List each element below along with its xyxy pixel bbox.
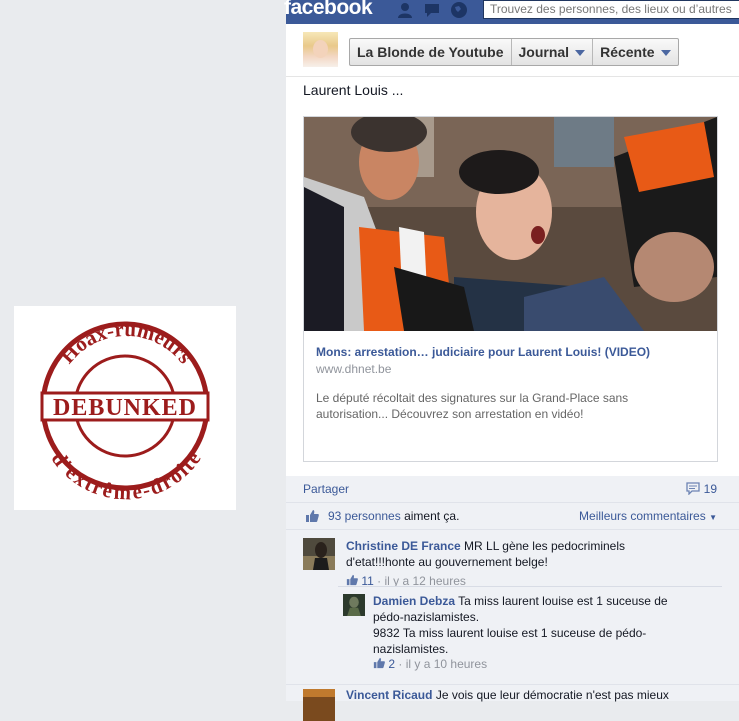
reply-item: Damien Debza Ta miss laurent louise est … <box>338 586 722 677</box>
chevron-down-icon <box>660 50 671 57</box>
friend-requests-icon[interactable] <box>396 1 414 19</box>
comment-item: Vincent Ricaud Je vois que leur démocrat… <box>286 684 739 721</box>
comment-item: Christine DE France MR LL gène les pedoc… <box>286 530 739 700</box>
debunked-stamp-image: Hoax-rumeurs d'extrême-droite DEBUNKED <box>14 306 236 510</box>
comment-author[interactable]: Christine DE France <box>346 539 461 553</box>
like-thumb-icon <box>373 657 385 669</box>
stamp-top-arc: Hoax-rumeurs <box>55 317 198 368</box>
page-avatar[interactable] <box>303 32 338 67</box>
stamp-center-text: DEBUNKED <box>53 395 197 421</box>
reply-time[interactable]: il y a 10 heures <box>406 657 487 671</box>
link-description: Le député récoltait des signatures sur l… <box>316 391 629 421</box>
chevron-down-icon <box>575 50 586 57</box>
share-link[interactable]: Partager <box>303 482 349 496</box>
link-domain: www.dhnet.be <box>316 362 392 376</box>
comment-body: Christine DE France MR LL gène les pedoc… <box>346 538 636 570</box>
like-thumb-icon <box>346 574 358 586</box>
notifications-globe-icon[interactable] <box>450 1 468 19</box>
link-preview-card[interactable]: Mons: arrestation… judiciaire pour Laure… <box>303 116 718 462</box>
comment-sort-label: Meilleurs commentaires <box>579 509 706 523</box>
reply-meta: 2 · il y a 10 heures <box>373 657 487 671</box>
reply-like-count[interactable]: 2 <box>388 657 395 671</box>
link-title[interactable]: Mons: arrestation… judiciaire pour Laure… <box>316 345 650 359</box>
chevron-down-icon: ▼ <box>709 513 717 522</box>
facebook-logo[interactable]: facebook <box>284 0 373 20</box>
likes-row: 93 personnes aiment ça. Meilleurs commen… <box>286 503 739 530</box>
reply-avatar[interactable] <box>343 594 365 616</box>
comment-count-value: 19 <box>703 482 717 496</box>
likes-count-link[interactable]: 93 personnes <box>328 509 401 523</box>
likes-suffix: aiment ça. <box>400 509 460 523</box>
like-thumb-icon <box>306 510 319 522</box>
recent-dropdown[interactable]: Récente <box>593 39 677 65</box>
share-row: Partager 19 <box>286 476 739 503</box>
journal-dropdown[interactable]: Journal <box>512 39 594 65</box>
commenter-avatar[interactable] <box>303 689 335 721</box>
reply-author[interactable]: Damien Debza <box>373 594 455 608</box>
messages-icon[interactable] <box>423 1 441 19</box>
comment-sort-dropdown[interactable]: Meilleurs commentaires ▼ <box>579 509 717 523</box>
comment-bubble-icon <box>685 482 700 496</box>
reply-text-duplicate: 9832 Ta miss laurent louise est 1 suceus… <box>373 626 647 656</box>
timeline-header: La Blonde de Youtube Journal Récente <box>286 24 739 77</box>
post-feedback-area: Partager 19 93 personnes aiment ça. Meil… <box>286 476 739 700</box>
video-thumbnail[interactable] <box>304 117 717 331</box>
page-name-button[interactable]: La Blonde de Youtube <box>350 39 512 65</box>
recent-label: Récente <box>600 44 655 60</box>
comment-body: Vincent Ricaud Je vois que leur démocrat… <box>346 687 726 703</box>
journal-label: Journal <box>518 44 570 60</box>
left-gutter: Hoax-rumeurs d'extrême-droite DEBUNKED <box>0 0 286 700</box>
timeline-post: La Blonde de Youtube Journal Récente Lau… <box>286 24 739 721</box>
timeline-nav-buttons: La Blonde de Youtube Journal Récente <box>349 38 679 66</box>
post-message: Laurent Louis ... <box>303 82 404 98</box>
reply-body: Damien Debza Ta miss laurent louise est … <box>373 593 693 657</box>
likes-summary: 93 personnes aiment ça. <box>328 509 459 523</box>
commenter-avatar[interactable] <box>303 538 335 570</box>
comment-count[interactable]: 19 <box>685 482 717 496</box>
search-input[interactable]: Trouvez des personnes, des lieux ou d’au… <box>483 0 739 19</box>
